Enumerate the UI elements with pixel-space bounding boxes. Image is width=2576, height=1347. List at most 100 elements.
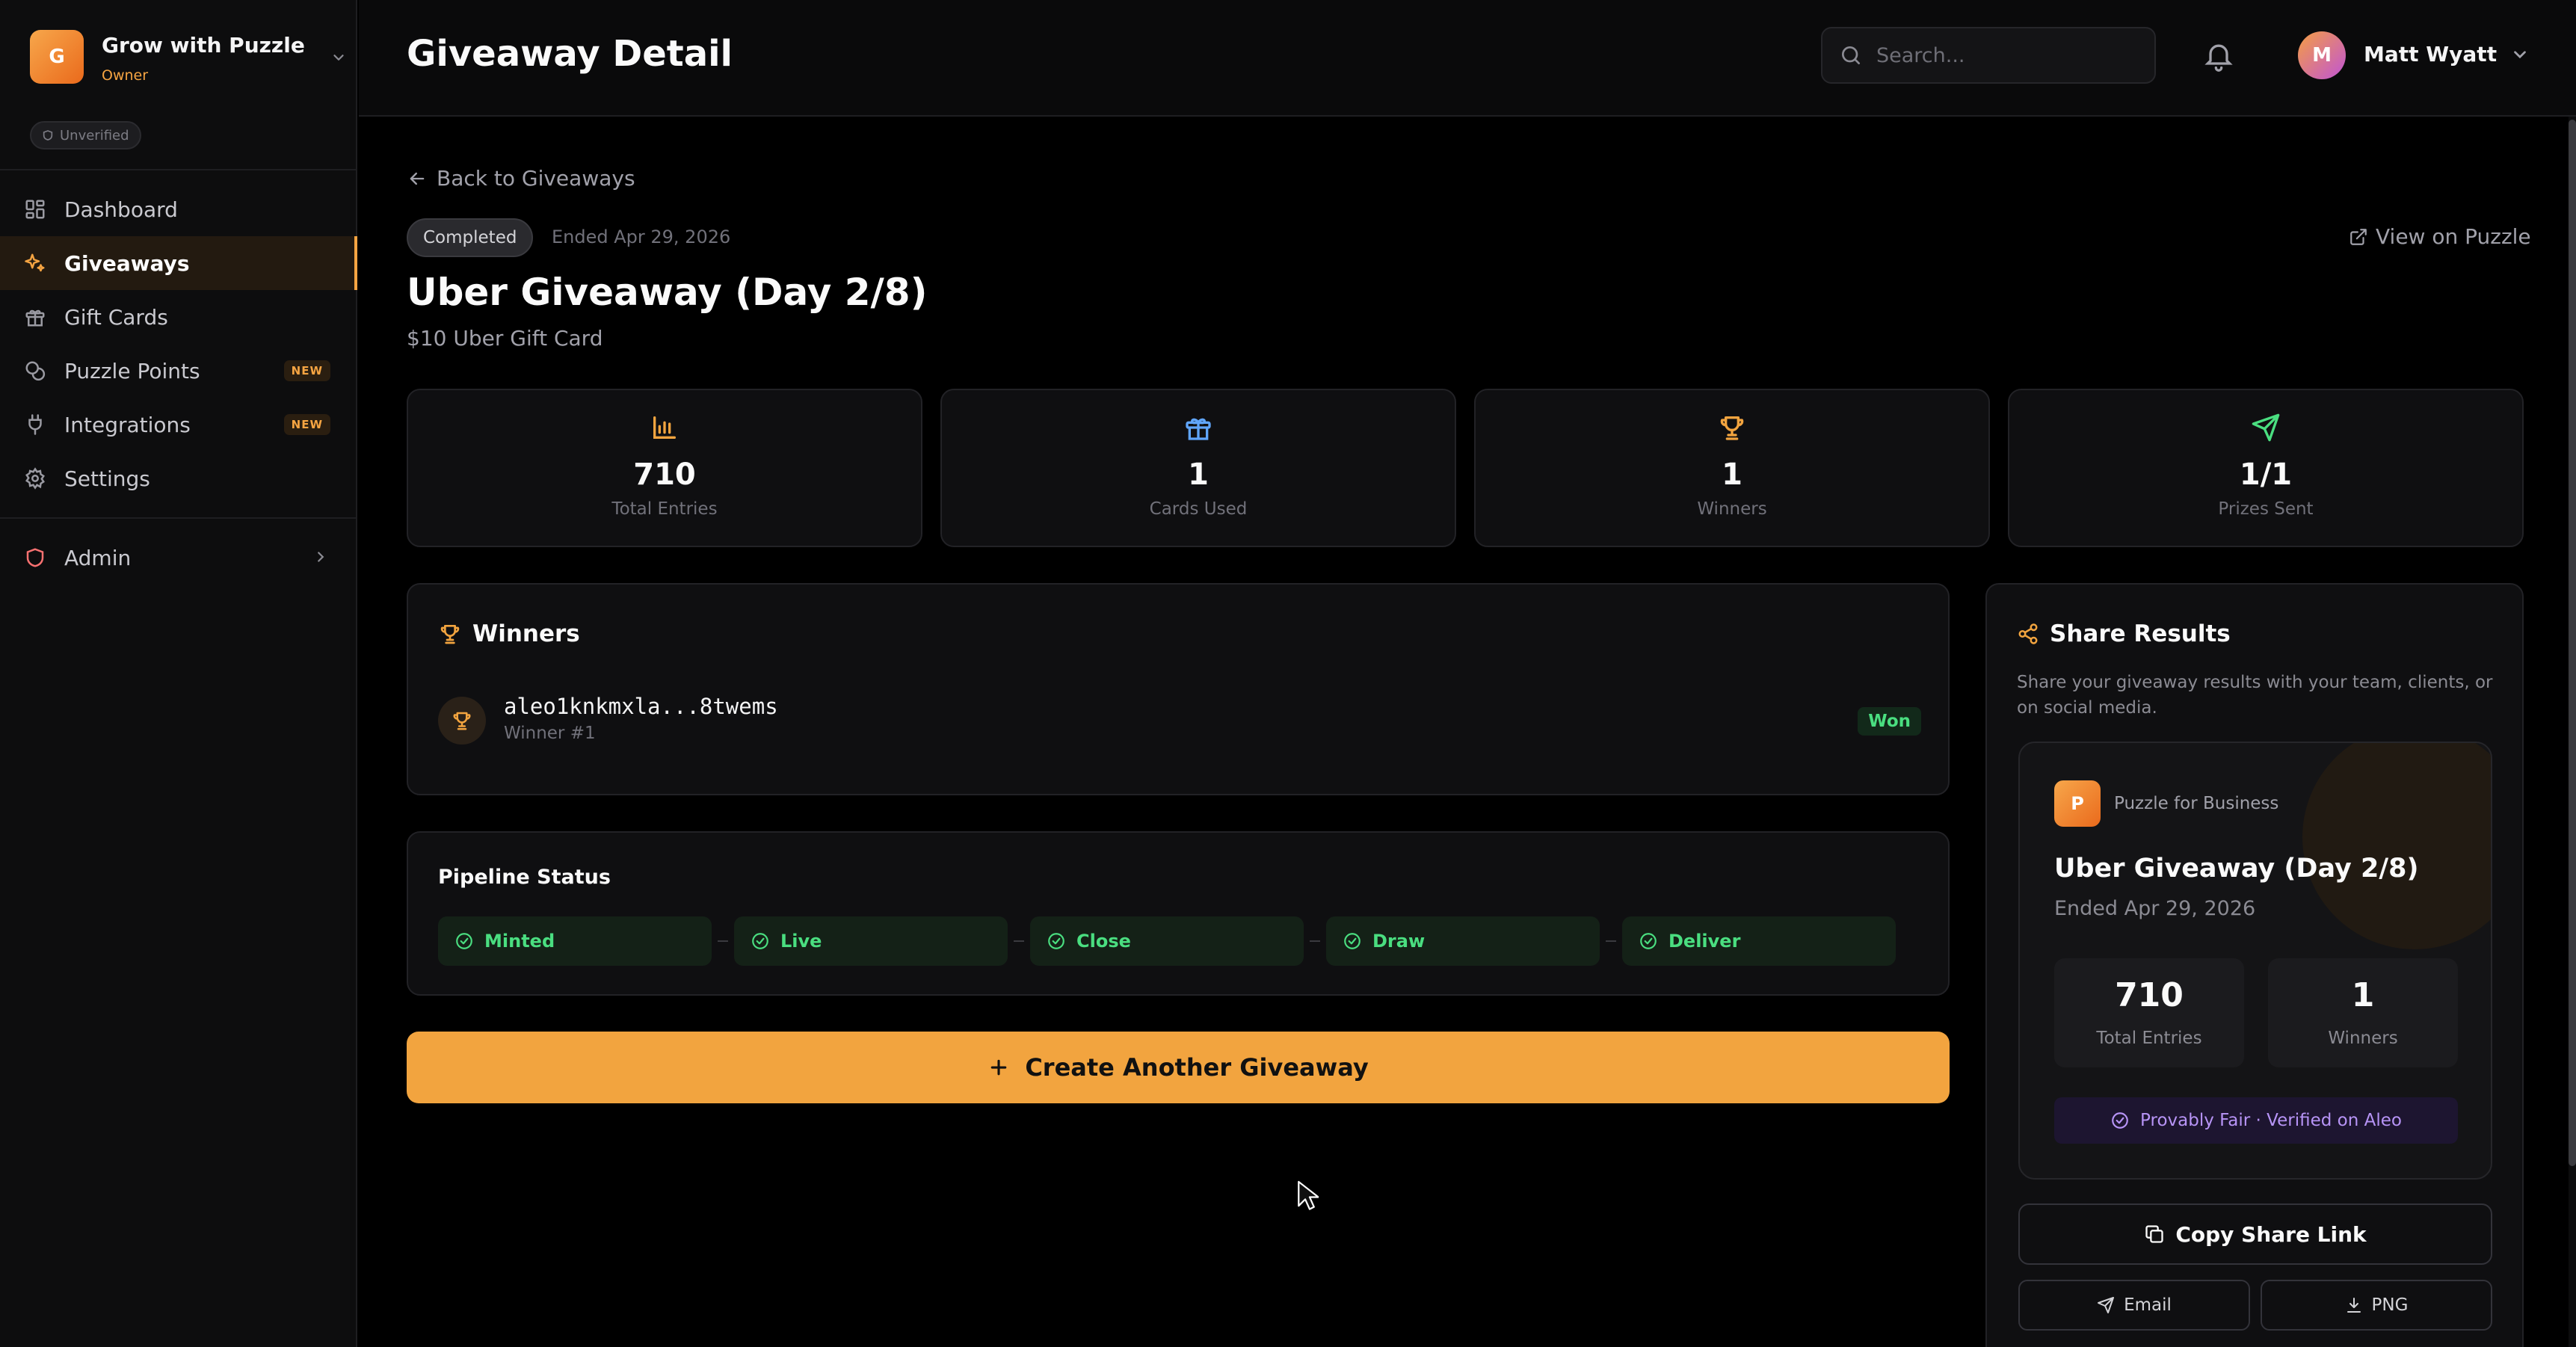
sparkles-icon <box>24 252 46 274</box>
winner-avatar <box>438 697 486 745</box>
coins-icon <box>24 360 46 382</box>
share-icon <box>2017 623 2039 645</box>
png-download-button[interactable]: PNG <box>2261 1280 2492 1331</box>
email-button[interactable]: Email <box>2018 1280 2250 1331</box>
notification-bell-icon[interactable] <box>2202 39 2235 72</box>
card-stat-total-entries: 710 Total Entries <box>2054 958 2244 1067</box>
sidebar-item-giveaways[interactable]: Giveaways <box>0 236 357 290</box>
org-switcher[interactable]: G Grow with Puzzle Owner <box>30 30 344 87</box>
stage-connector <box>718 940 728 942</box>
stage-connector <box>1014 940 1024 942</box>
search-icon <box>1839 43 1863 67</box>
check-circle-icon <box>1047 931 1066 951</box>
copy-button-label: Copy Share Link <box>2175 1221 2367 1247</box>
sidebar-item-label: Dashboard <box>64 197 178 222</box>
card-stat-value: 710 <box>2115 976 2184 1014</box>
shield-icon <box>24 546 46 569</box>
card-decoration <box>2302 743 2491 949</box>
back-to-giveaways-link[interactable]: Back to Giveaways <box>407 166 635 191</box>
share-title: Share Results <box>2050 620 2231 647</box>
stat-label: Total Entries <box>611 499 718 519</box>
view-on-puzzle-link[interactable]: View on Puzzle <box>2349 224 2531 249</box>
search-input[interactable] <box>1876 43 2145 67</box>
external-link-icon <box>2349 227 2368 247</box>
fair-badge-label: Provably Fair · Verified on Aleo <box>2140 1111 2402 1130</box>
top-header: Giveaway Detail M Matt Wyatt <box>359 0 2576 117</box>
winners-panel: Winners aleo1knkmxla...8twems Winner #1 … <box>407 583 1950 795</box>
brand-name: Puzzle for Business <box>2114 794 2279 813</box>
stat-card-cards-used: 1 Cards Used <box>940 389 1456 547</box>
sidebar-item-label: Gift Cards <box>64 304 168 330</box>
user-name[interactable]: Matt Wyatt <box>2364 42 2497 67</box>
sidebar-divider <box>0 169 357 170</box>
provably-fair-badge: Provably Fair · Verified on Aleo <box>2054 1097 2458 1144</box>
pipeline-stage-draw: Draw <box>1326 916 1600 966</box>
sidebar-divider <box>0 517 357 519</box>
org-role: Owner <box>102 67 149 84</box>
stat-card-total-entries: 710 Total Entries <box>407 389 922 547</box>
card-stat-label: Winners <box>2328 1029 2398 1048</box>
chevron-down-icon <box>330 49 347 66</box>
send-icon <box>2097 1296 2115 1314</box>
card-stat-value: 1 <box>2351 976 2375 1014</box>
gear-icon <box>24 467 46 490</box>
stage-label: Live <box>780 931 822 952</box>
stat-card-prizes-sent: 1/1 Prizes Sent <box>2008 389 2524 547</box>
stat-value: 1 <box>1722 457 1743 492</box>
winners-title: Winners <box>472 620 580 647</box>
arrow-left-icon <box>407 168 428 189</box>
verification-label: Unverified <box>60 127 129 144</box>
check-circle-icon <box>751 931 770 951</box>
dashboard-grid-icon <box>24 198 46 221</box>
winner-rank: Winner #1 <box>504 724 596 743</box>
stat-value: 1 <box>1188 457 1209 492</box>
create-another-giveaway-button[interactable]: Create Another Giveaway <box>407 1032 1950 1103</box>
share-preview-card: P Puzzle for Business Uber Giveaway (Day… <box>2018 742 2492 1180</box>
sidebar-item-settings[interactable]: Settings <box>0 451 357 505</box>
copy-icon <box>2144 1224 2165 1245</box>
gift-icon <box>24 306 46 328</box>
stat-card-winners: 1 Winners <box>1474 389 1990 547</box>
card-stat-label: Total Entries <box>2096 1029 2202 1048</box>
card-title: Uber Giveaway (Day 2/8) <box>2054 854 2419 884</box>
giveaway-title: Uber Giveaway (Day 2/8) <box>407 271 928 314</box>
sidebar-item-gift-cards[interactable]: Gift Cards <box>0 290 357 344</box>
trophy-icon <box>438 622 462 646</box>
stage-label: Deliver <box>1668 931 1741 952</box>
page-title: Giveaway Detail <box>407 33 733 75</box>
pipeline-panel: Pipeline Status Minted Live Close Draw D… <box>407 831 1950 996</box>
png-button-label: PNG <box>2371 1295 2409 1315</box>
stage-label: Minted <box>484 931 555 952</box>
send-icon <box>2251 413 2281 443</box>
org-name: Grow with Puzzle <box>102 33 305 58</box>
stage-label: Draw <box>1372 931 1426 952</box>
user-avatar[interactable]: M <box>2298 31 2346 79</box>
sidebar-item-integrations[interactable]: Integrations NEW <box>0 398 357 451</box>
view-link-label: View on Puzzle <box>2376 224 2531 249</box>
copy-share-link-button[interactable]: Copy Share Link <box>2018 1203 2492 1265</box>
share-heading: Share Results <box>2017 620 2231 647</box>
chevron-down-icon[interactable] <box>2510 45 2530 64</box>
sidebar-item-admin[interactable]: Admin <box>0 531 357 585</box>
new-badge: NEW <box>283 414 330 435</box>
check-circle-icon <box>1639 931 1658 951</box>
search-box[interactable] <box>1821 27 2156 84</box>
sidebar-item-label: Integrations <box>64 412 191 437</box>
sidebar-item-dashboard[interactable]: Dashboard <box>0 182 357 236</box>
stage-connector <box>1310 940 1320 942</box>
bar-chart-icon <box>650 413 680 443</box>
gift-icon <box>1183 413 1213 443</box>
sidebar-item-puzzle-points[interactable]: Puzzle Points NEW <box>0 344 357 398</box>
share-results-panel: Share Results Share your giveaway result… <box>1985 583 2524 1347</box>
stat-value: 1/1 <box>2239 457 2293 492</box>
stat-label: Winners <box>1697 499 1767 519</box>
scrollbar-thumb[interactable] <box>2569 120 2576 1166</box>
giveaway-subtitle: $10 Uber Gift Card <box>407 326 603 351</box>
winners-heading: Winners <box>438 620 580 647</box>
pipeline-stage-minted: Minted <box>438 916 712 966</box>
plug-icon <box>24 413 46 436</box>
org-logo: G <box>30 30 84 84</box>
stat-label: Prizes Sent <box>2218 499 2314 519</box>
winner-address[interactable]: aleo1knkmxla...8twems <box>504 694 778 719</box>
status-badge: Completed <box>407 218 534 257</box>
